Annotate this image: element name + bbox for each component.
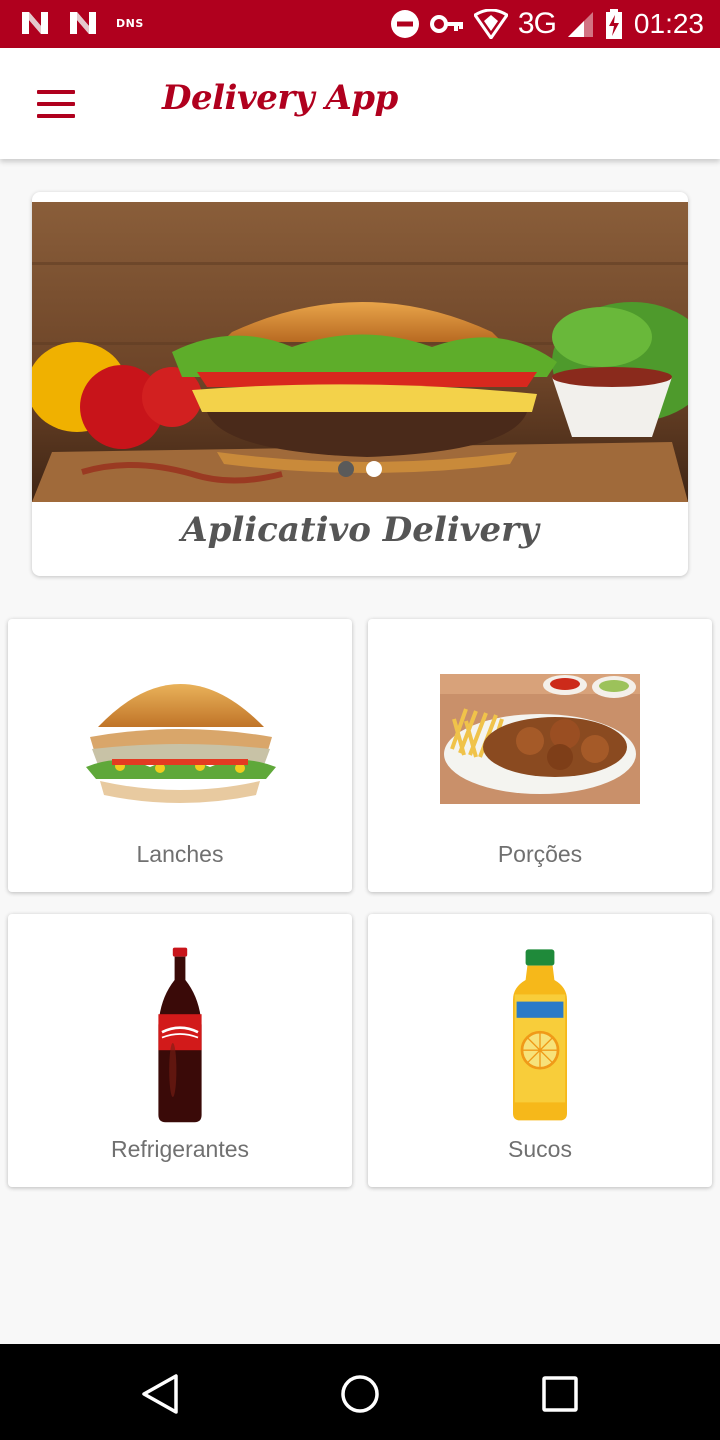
vpn-key-icon [429, 15, 463, 33]
back-triangle-icon[interactable] [138, 1372, 182, 1416]
carousel-dot-active[interactable] [338, 461, 354, 477]
banner-caption: Aplicativo Delivery [181, 510, 539, 550]
wifi-data-icon [473, 9, 508, 39]
juice-bottle-image [513, 949, 567, 1121]
category-label: Porções [497, 841, 583, 867]
banner-card[interactable]: Aplicativo Delivery [32, 192, 688, 576]
category-card-lanches[interactable]: Lanches [8, 619, 352, 892]
status-left: DNS [20, 10, 144, 36]
app-bar: Delivery App [0, 48, 720, 159]
network-type: 3G [517, 7, 557, 40]
home-circle-icon[interactable] [338, 1372, 382, 1416]
hamburger-menu-icon[interactable] [28, 76, 84, 132]
do-not-disturb-icon [390, 10, 419, 38]
status-time: 01:23 [633, 8, 704, 39]
category-card-sucos[interactable]: Sucos [368, 914, 712, 1187]
system-navigation-bar [0, 1344, 720, 1440]
carousel-dot[interactable] [366, 461, 382, 477]
category-card-refrigerantes[interactable]: Refrigerantes [8, 914, 352, 1187]
n-logo-icon [22, 12, 48, 34]
category-label: Lanches [136, 841, 224, 867]
soda-bottle-image [158, 947, 202, 1123]
status-bar: DNS 3G 01:23 [0, 0, 720, 48]
dns-indicator: DNS [116, 16, 144, 30]
signal-icon [567, 12, 593, 37]
category-label: Sucos [508, 1136, 572, 1162]
burger-banner-image[interactable] [32, 202, 688, 502]
carousel-indicator[interactable] [338, 461, 382, 477]
app-title: Delivery App [162, 78, 398, 118]
sandwich-image [86, 684, 276, 803]
n-logo-icon [70, 12, 96, 34]
status-right: 3G 01:23 [390, 6, 704, 42]
battery-charging-icon [605, 9, 622, 39]
category-card-porcoes[interactable]: Porções [368, 619, 712, 892]
fries-and-chicken-image [440, 674, 640, 804]
recents-square-icon[interactable] [538, 1372, 582, 1416]
category-label: Refrigerantes [110, 1136, 250, 1162]
